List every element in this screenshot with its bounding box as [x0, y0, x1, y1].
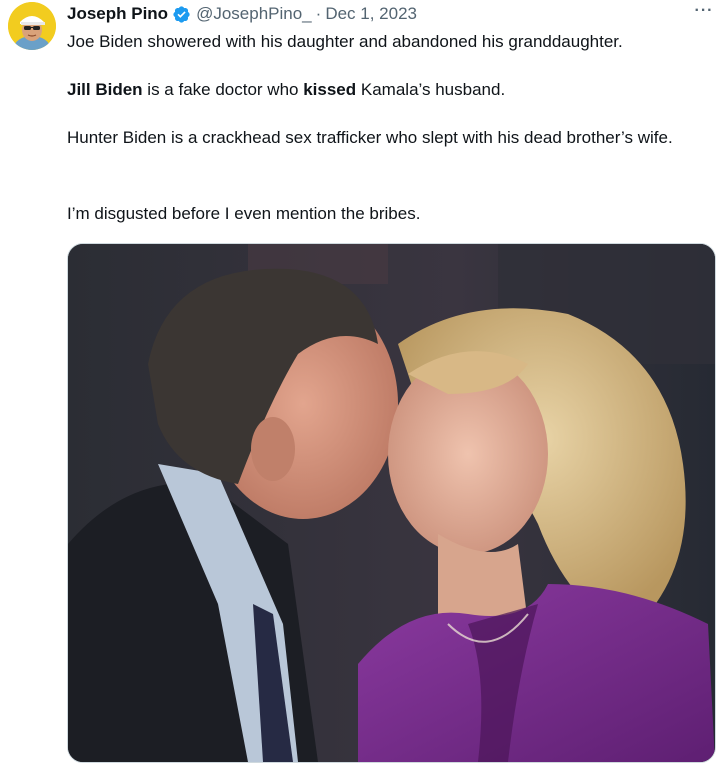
author-handle[interactable]: @JosephPino_ — [196, 4, 312, 24]
tweet-date[interactable]: Dec 1, 2023 — [325, 4, 417, 24]
photo-image — [68, 244, 715, 762]
bold-text: kissed — [303, 80, 357, 99]
avatar-image — [8, 2, 56, 50]
verified-badge-icon[interactable] — [172, 5, 191, 24]
author-avatar[interactable] — [8, 2, 56, 50]
tweet-line-1: Joe Biden showered with his daughter and… — [67, 32, 623, 51]
tweet: Joseph Pino @JosephPino_ · Dec 1, 2023 ·… — [0, 0, 727, 766]
bold-text: Jill Biden — [67, 80, 143, 99]
tweet-line-2-end: Kamala’s husband. — [356, 80, 506, 99]
tweet-line-2: Jill Biden is a fake doctor who kissed K… — [67, 78, 505, 102]
tweet-line-3: Hunter Biden is a crackhead sex traffick… — [67, 128, 673, 147]
tweet-line-4: I’m disgusted before I even mention the … — [67, 204, 421, 223]
tweet-photo[interactable] — [67, 243, 716, 763]
tweet-header: Joseph Pino @JosephPino_ · Dec 1, 2023 — [67, 3, 417, 25]
author-name[interactable]: Joseph Pino — [67, 4, 168, 24]
separator-dot: · — [315, 4, 322, 23]
more-options-icon[interactable]: ··· — [692, 0, 716, 22]
tweet-line-2-mid: is a fake doctor who — [142, 80, 304, 99]
